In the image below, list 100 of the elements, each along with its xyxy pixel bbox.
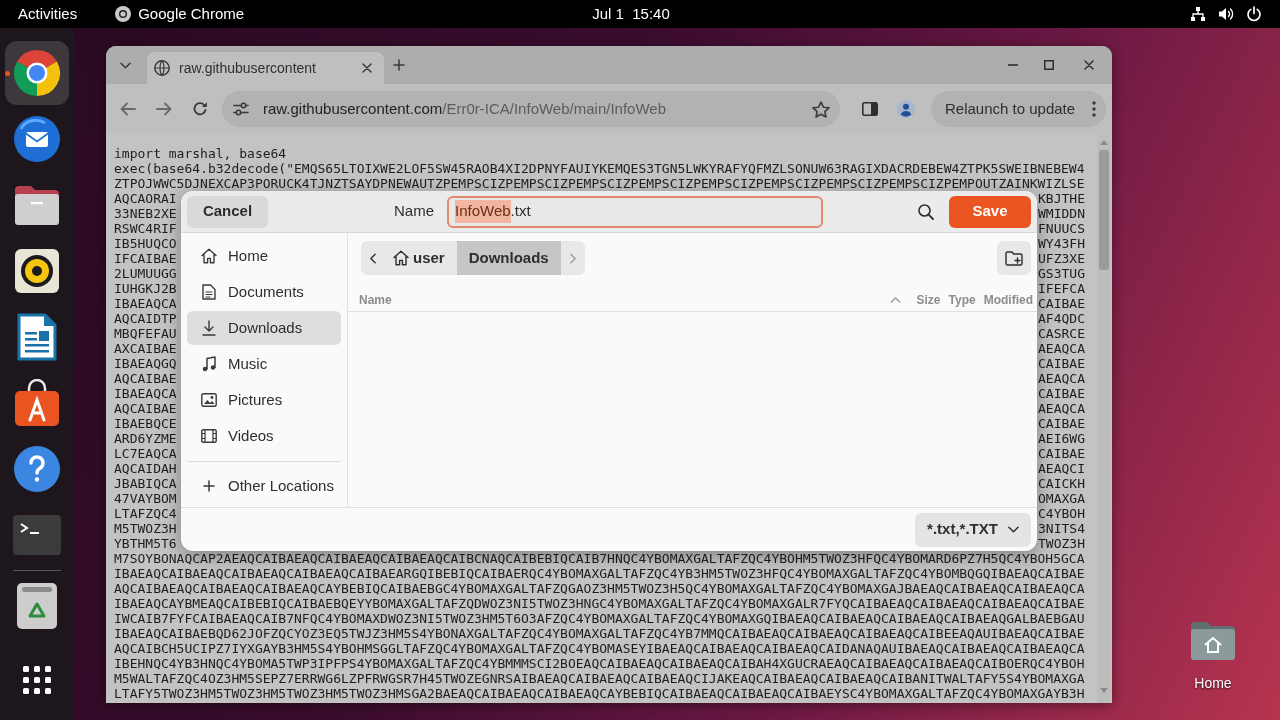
search-icon[interactable]: [918, 203, 934, 220]
folder-icon: [13, 184, 61, 226]
code-line: AEAQCA: [1038, 401, 1085, 416]
code-line: IFCAIBAE: [114, 251, 177, 266]
code-line: IFEFCA: [1038, 281, 1085, 296]
sidebar-item[interactable]: Home: [187, 239, 341, 273]
code-line: GS3TUG: [1038, 266, 1085, 281]
code-line: 33NEB2XE: [114, 206, 177, 221]
save-button[interactable]: Save: [949, 195, 1031, 228]
code-line: C4YBOH: [1038, 506, 1085, 521]
sidebar-item[interactable]: Music: [187, 347, 341, 381]
code-line: RSWC4RIF: [114, 221, 177, 236]
sidebar-item[interactable]: Documents: [187, 275, 341, 309]
code-line: CAIBAE: [1038, 416, 1085, 431]
code-line: import marshal, base64: [114, 146, 287, 161]
sidebar-item[interactable]: Pictures: [187, 383, 341, 417]
address-field[interactable]: raw.githubusercontent.com/Err0r-ICA/InfoWeb/main/InfoWeb: [222, 91, 840, 127]
path-segment[interactable]: Downloads: [456, 241, 561, 275]
scrollbar[interactable]: [1097, 134, 1111, 703]
file-name-field[interactable]: InfoWeb.txt: [447, 195, 823, 228]
activities-button[interactable]: Activities: [18, 2, 78, 26]
code-line: OMAXGA: [1038, 491, 1085, 506]
code-line: M5TWOZ3H: [114, 521, 177, 536]
network-icon[interactable]: [1190, 6, 1206, 22]
code-line: 47VAYBOM: [114, 491, 177, 506]
code-line: CAIBAE: [1038, 446, 1085, 461]
chevron-down-icon[interactable]: [120, 61, 131, 69]
folder-plus-icon: [1005, 250, 1023, 266]
app-menu-label[interactable]: Google Chrome: [138, 2, 245, 26]
clock[interactable]: Jul 1 15:40: [592, 2, 670, 26]
desktop-icon-label[interactable]: Home: [1194, 673, 1232, 694]
sidebar-item[interactable]: Videos: [187, 419, 341, 453]
sidebar-item[interactable]: Downloads: [187, 311, 341, 345]
profile-icon[interactable]: [897, 100, 915, 118]
music-note-icon: [202, 356, 216, 372]
sliders-icon[interactable]: [233, 102, 249, 116]
trash-icon: [16, 582, 58, 630]
sidebar-item[interactable]: Other Locations: [187, 469, 341, 503]
code-line: IBAEAQCAIBAEBQD62JOFZQCYOZ3EQ5TWJZ3HM5S4YBONAXGALTAFZQC4YBOMAXGALTAFZQC4YB7MMQCAIBAEAQCAIBAEAQCAIBAEAQCAIBEEAQAUIBAEAQCAIBAE: [114, 626, 1085, 641]
code-line: M7SOYBONAQCAP2AEAQCAIBAEAQCAIBAEAQCAIBAEAQCAIBCNAQCAIBEBIQCAIB7HNQC4YBOMAXGALTAFZQC4YBOHM5TWOZ3HFQC4YBOMARD6PZ7H5QC4YBOH5GCA: [114, 551, 1085, 566]
code-line: CASRCE: [1038, 326, 1085, 341]
code-line: TWOZ3H: [1038, 536, 1085, 551]
code-line: CAIBAE: [1038, 356, 1085, 371]
code-line: AEAQCA: [1038, 371, 1085, 386]
code-line: AQCAIBAEAQCAIBAEAQCAIBAEAQCAYBEBIQCAIBAEBGC4YBOMAXGALTAFZQGAOZ3HM5TWOZ3H5QC4YBOMAXGALTAFZQC4YBOMAXGAJBAEAQCAIBAEAQCAIBAEAQCA: [114, 581, 1085, 596]
volume-icon[interactable]: [1218, 7, 1234, 21]
document-icon: [17, 313, 57, 361]
code-line: IB5HUQCO: [114, 236, 177, 251]
code-line: ARD6YZME: [114, 431, 177, 446]
app-grid-icon: [23, 666, 51, 694]
browser-tab[interactable]: raw.githubusercontent: [147, 52, 384, 84]
forward-icon[interactable]: [156, 102, 172, 116]
code-line: IUHGKJ2B: [114, 281, 177, 296]
code-line: exec(base64.b32decode("EMQS65LTOIXWE2LOF5SW45RAOB4XI2DPNYFAUIYKEMQES3TGN5LWKYRAFYQFMZLSONUW63RAGIXDACRDEBEW4ZTPK5SWEIBNEBEW4: [114, 161, 1085, 176]
code-line: LTAFY5TWOZ3HM5TWOZ3HM5TWOZ3HM5TWOZ3HMSGA2BAEAQCAIBAEAQCAIBAEAQCAYBEBIQCAIBAEAQCAIBAEAQCAIBAEYSC4YBOMAXGALTAFZQC4YBOMAXGAYB3H: [114, 686, 1085, 701]
chevron-left-icon: [370, 252, 376, 264]
new-tab-icon[interactable]: [393, 59, 405, 71]
cancel-button[interactable]: Cancel: [187, 195, 268, 228]
reload-icon[interactable]: [192, 101, 208, 117]
chevron-right-icon: [569, 252, 576, 264]
more-vertical-icon[interactable]: [1092, 101, 1096, 117]
relaunch-button[interactable]: Relaunch to update: [931, 91, 1106, 127]
code-line: 3NITS4: [1038, 521, 1085, 536]
code-line: IBAEAQCAIBAEAQCAIBAEAQCAIBAEAQCAIBAEARGQIBEBIQCAIBAERQC4YBOMAXGALTAFZQC4YB3HM5TWOZ3HFQC4YBOMAXGALTAFZQC4YBOMBQGQIBAEAQCAIBAE: [114, 566, 1085, 581]
code-line: AEI6WG: [1038, 431, 1085, 446]
code-line: AQCAIDAH: [114, 461, 177, 476]
power-icon[interactable]: [1246, 6, 1262, 22]
home-folder-icon[interactable]: [1189, 621, 1237, 661]
file-type-dropdown[interactable]: *.txt,*.TXT: [915, 512, 1031, 547]
bookmark-star-icon[interactable]: [812, 100, 830, 118]
document-icon: [202, 284, 216, 300]
browser-icon[interactable]: [115, 6, 132, 22]
maximize-icon[interactable]: [1044, 60, 1054, 70]
dock-item[interactable]: [5, 41, 69, 105]
code-line: LC7EAQCA: [114, 446, 177, 461]
close-icon[interactable]: [1084, 60, 1094, 70]
code-line: AQCAIBAE: [114, 371, 177, 386]
close-icon[interactable]: [362, 63, 372, 73]
code-line: ZTPOJWWC5DJNEXCAP3PORUCK4TJNZTSAYDPNEWAUTZPEMPSCIZPEMPSCIZPEMPSCIZPEMPSCIZPEMPSCIZPEMPSCIZPEMPSCIZPEMPSCIZPEMPOUTZAINKWIZLSE: [114, 176, 1085, 191]
chevron-down-icon: [1007, 526, 1019, 533]
path-segment[interactable]: user: [385, 241, 457, 275]
code-line: UFZ3XE: [1038, 251, 1085, 266]
code-line: LTAFZQC4: [114, 506, 177, 521]
code-line: WY43FH: [1038, 236, 1085, 251]
globe-icon: [154, 60, 170, 76]
code-line: AXCAIBAE: [114, 341, 177, 356]
code-line: MBQFEFAU: [114, 326, 177, 341]
code-line: WMIDDN: [1038, 206, 1085, 221]
code-line: AEAQCA: [1038, 341, 1085, 356]
back-icon[interactable]: [120, 102, 136, 116]
new-folder-button[interactable]: [997, 241, 1031, 275]
code-line: CAICKH: [1038, 476, 1085, 491]
code-line: 2LUMUUGG: [114, 266, 177, 281]
side-panel-icon[interactable]: [862, 102, 878, 116]
code-line: AEAQCI: [1038, 461, 1085, 476]
code-line: CAIBAE: [1038, 296, 1085, 311]
speaker-icon: [15, 249, 59, 293]
code-line: IBAEAQCAYBMEAQCAIBEBIQCAIBAEBQEYYBOMAXGALTAFZQDWOZ3NI5TWOZ3HNGC4YBOMAXGALTAFZQC4YBOMAXGALR7FYQCAIBAEAQCAIBAEAQCAIBAEAQCAIBAE: [114, 596, 1085, 611]
download-icon: [202, 320, 216, 336]
scrollbar-thumb[interactable]: [1099, 150, 1109, 270]
